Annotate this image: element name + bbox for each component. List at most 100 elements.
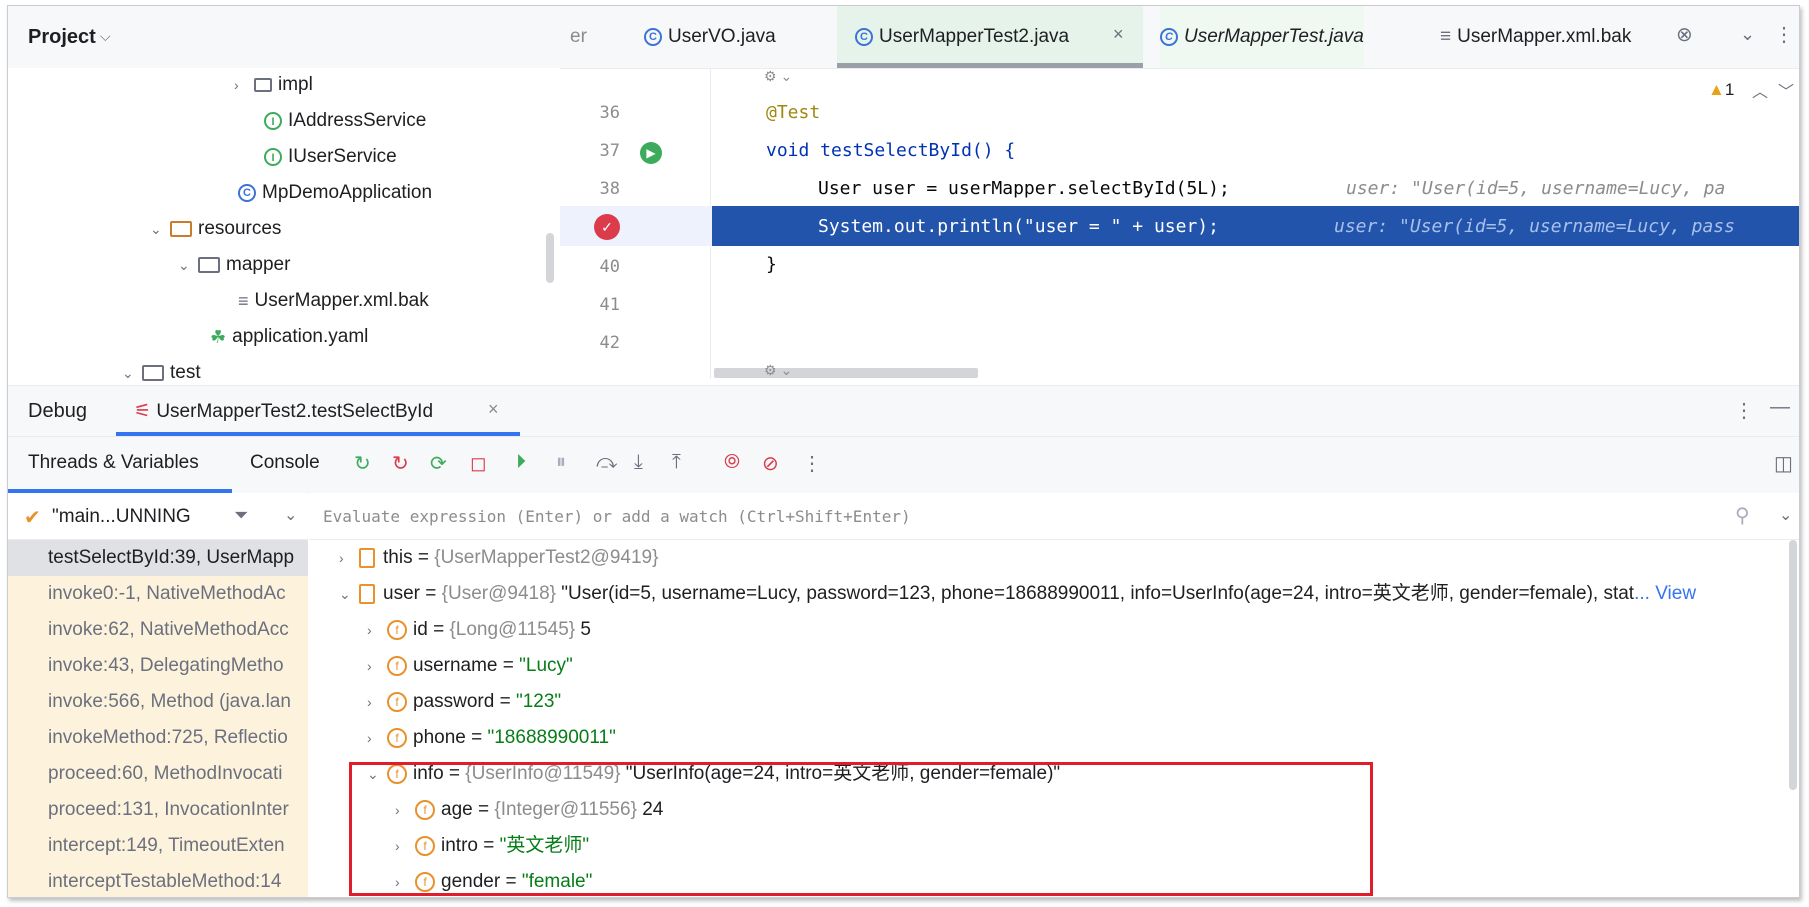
active-tab-indicator [837, 63, 1143, 68]
line-number: 40 [599, 257, 620, 277]
chevron-right-icon[interactable]: › [339, 540, 359, 576]
tab-threads-variables[interactable]: Threads & Variables [28, 452, 199, 474]
tree-item-usermapper-xml-bak[interactable]: ≡ UserMapper.xml.bak [238, 284, 429, 318]
gear-icon[interactable]: ⚙ ⌄ [764, 68, 792, 85]
frame-item[interactable]: invoke:62, NativeMethodAcc [8, 612, 308, 648]
chevron-right-icon[interactable]: › [367, 648, 387, 684]
horizontal-scrollbar[interactable] [714, 368, 978, 378]
chevron-down-icon[interactable]: ⌄ [150, 212, 170, 246]
debug-session-tab[interactable]: ⚟ UserMapperTest2.testSelectById [134, 400, 433, 423]
frame-item[interactable]: invoke:43, DelegatingMetho [8, 648, 308, 684]
code-line-40: } [766, 254, 777, 275]
frame-item[interactable]: intercept:149, TimeoutExten [8, 828, 308, 864]
tree-scrollbar[interactable] [546, 233, 554, 283]
chevron-up-icon[interactable]: ︿ [1752, 78, 1768, 102]
tree-item-impl[interactable]: › impl [234, 68, 313, 102]
rerun-icon[interactable]: ↻ [354, 451, 371, 476]
thread-selector[interactable]: ✔ "main...UNNING ⏷ ⌄ [8, 493, 308, 540]
chevron-down-icon[interactable]: ⌵ [100, 28, 111, 45]
chevron-right-icon[interactable]: › [234, 68, 254, 102]
tree-item-iuserservice[interactable]: I IUserService [264, 140, 397, 174]
frame-item[interactable]: invoke:566, Method (java.lan [8, 684, 308, 720]
tab-uservo[interactable]: C UserVO.java [644, 6, 776, 68]
step-into-icon[interactable]: ⤓ [634, 451, 643, 474]
restart-icon[interactable]: ⟳ [430, 451, 447, 476]
tree-item-mpdemoapplication[interactable]: C MpDemoApplication [238, 176, 432, 210]
chevron-down-icon[interactable]: ⌄ [339, 576, 359, 612]
close-icon[interactable]: × [1113, 24, 1124, 45]
warning-icon: ▲ [1708, 80, 1725, 99]
variable-password[interactable]: › f password = "123" [367, 684, 561, 720]
tab-usermapper-xml-bak[interactable]: ≡ UserMapper.xml.bak [1440, 6, 1631, 68]
editor-tabs: er C UserVO.java C UserMapperTest2.java × … [560, 6, 1799, 69]
field-icon: f [387, 691, 407, 712]
run-test-icon[interactable]: ▶ [640, 142, 662, 164]
pause-icon[interactable]: ⏸ [556, 451, 566, 474]
variable-this[interactable]: › this = {UserMapperTest2@9419} [339, 540, 658, 576]
resume-icon[interactable]: ⏵ [516, 451, 526, 474]
chevron-right-icon[interactable]: › [367, 684, 387, 720]
more-icon[interactable]: ⋮ [1734, 398, 1754, 423]
warning-indicator[interactable]: ▲1 [1708, 80, 1734, 100]
variable-phone[interactable]: › f phone = "18688990011" [367, 720, 616, 756]
breakpoint-icon[interactable]: ✓ [594, 214, 620, 240]
frame-item[interactable]: invoke0:-1, NativeMethodAc [8, 576, 308, 612]
variable-user[interactable]: ⌄ user = {User@9418} "User(id=5, username… [339, 576, 1696, 612]
step-out-icon[interactable]: ⤒ [672, 451, 681, 474]
frame-item[interactable]: interceptTestableMethod:14 [8, 864, 308, 897]
close-icon[interactable]: × [488, 399, 499, 420]
folder-icon [198, 256, 220, 273]
evaluate-input[interactable]: Evaluate expression (Enter) or add a wat… [323, 507, 911, 526]
chevron-down-icon[interactable]: ﹀ [1778, 78, 1794, 102]
frames-list: testSelectById:39, UserMapp invoke0:-1, … [8, 540, 308, 897]
code-line-39: System.out.println("user = " + user); [818, 216, 1219, 237]
add-watch-icon[interactable]: ⚲ [1735, 503, 1750, 528]
chevron-down-icon[interactable]: ⌄ [284, 505, 297, 525]
frame-item[interactable]: testSelectById:39, UserMapp [8, 540, 308, 576]
line-number: 36 [599, 103, 620, 123]
folder-icon [142, 364, 164, 381]
object-icon [359, 583, 375, 604]
tree-item-application-yaml[interactable]: ☘ application.yaml [210, 320, 368, 354]
frame-item[interactable]: invokeMethod:725, Reflectio [8, 720, 308, 756]
frame-item[interactable]: proceed:131, InvocationInter [8, 792, 308, 828]
chevron-right-icon[interactable]: › [367, 612, 387, 648]
project-title[interactable]: Project [28, 26, 96, 49]
object-icon [359, 547, 375, 568]
chevron-down-icon[interactable]: ⌄ [1740, 24, 1755, 45]
minimize-icon[interactable]: — [1770, 396, 1790, 419]
variable-username[interactable]: › f username = "Lucy" [367, 648, 573, 684]
line-number: 42 [599, 333, 620, 353]
mute-breakpoints-icon[interactable]: ⊘ [762, 451, 779, 476]
more-icon[interactable]: ⋮ [802, 451, 822, 476]
filter-icon[interactable]: ⏷ [234, 505, 248, 526]
gear-icon[interactable]: ⚙ ⌄ [764, 362, 792, 379]
tab-usermappertest[interactable]: C UserMapperTest.java [1160, 6, 1364, 68]
tab-usermappertest2[interactable]: C UserMapperTest2.java × [837, 6, 1143, 68]
chevron-down-icon[interactable]: ⌄ [1779, 505, 1792, 525]
tab-console[interactable]: Console [250, 452, 320, 474]
close-icon[interactable]: ⊗ [1676, 22, 1693, 47]
layout-icon[interactable]: ◫ [1774, 451, 1793, 476]
chevron-right-icon[interactable]: › [367, 720, 387, 756]
debug-title[interactable]: Debug [28, 400, 87, 423]
variable-id[interactable]: › f id = {Long@11545} 5 [367, 612, 591, 648]
stop-icon[interactable]: ◻ [470, 451, 487, 476]
class-icon: C [238, 183, 256, 202]
inline-value-hint: user: "User(id=5, username=Lucy, pass [1334, 216, 1735, 237]
rerun-failed-icon[interactable]: ↻ [392, 451, 409, 476]
step-over-icon[interactable]: ⤼ [596, 451, 617, 474]
tree-item-mapper[interactable]: ⌄ mapper [178, 248, 290, 282]
tree-item-iaddressservice[interactable]: I IAddressService [264, 104, 426, 138]
tab-truncated[interactable]: er [570, 6, 587, 68]
tree-item-resources[interactable]: ⌄ resources [150, 212, 281, 246]
thread-name: "main...UNNING [52, 506, 191, 527]
more-icon[interactable]: ⋮ [1774, 22, 1794, 47]
view-link[interactable]: ... View [1634, 583, 1696, 604]
view-breakpoints-icon[interactable]: ⦾ [724, 451, 740, 474]
text-file-icon: ≡ [1440, 26, 1452, 47]
ide-window: Project ⌵ › impl I IAddressService I IUserS… [7, 5, 1800, 898]
variables-scrollbar[interactable] [1789, 540, 1797, 790]
frame-item[interactable]: proceed:60, MethodInvocati [8, 756, 308, 792]
chevron-down-icon[interactable]: ⌄ [178, 248, 198, 282]
